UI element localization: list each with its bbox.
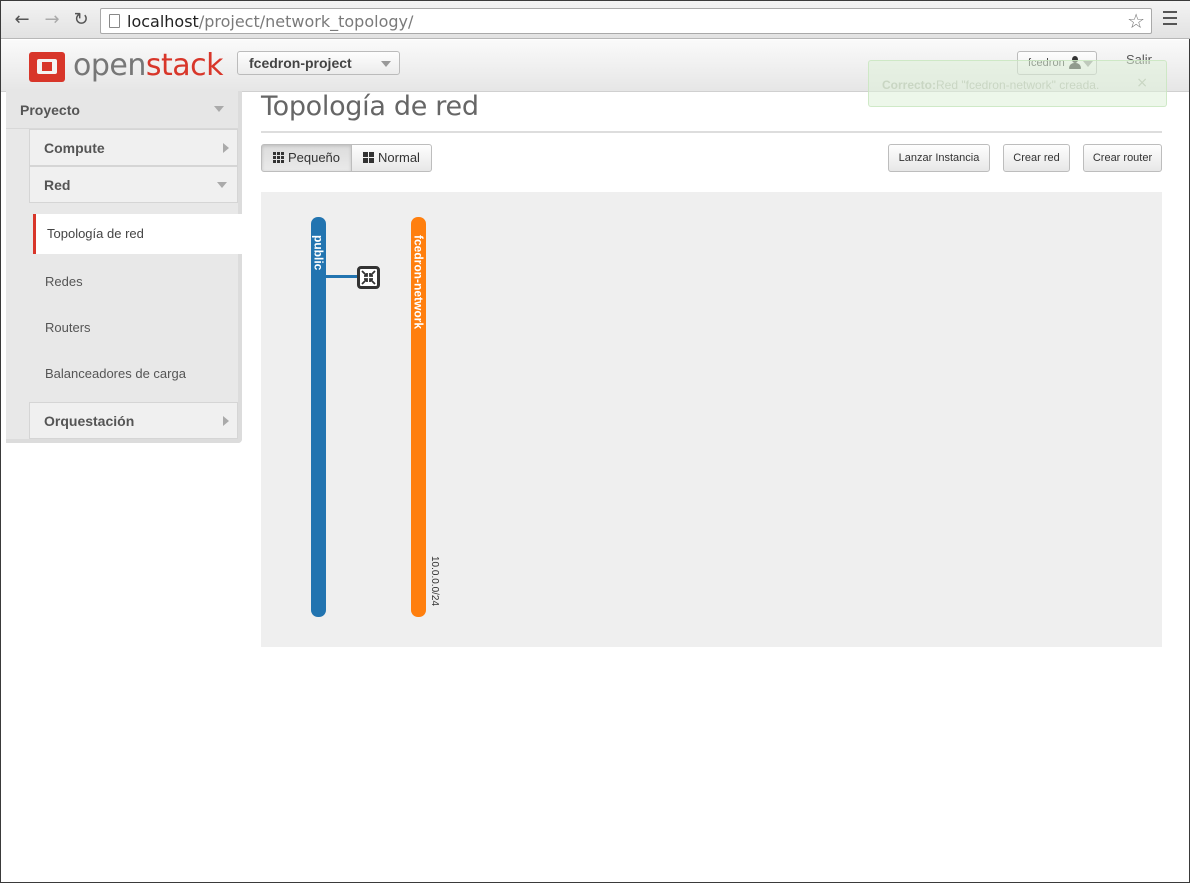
browser-window: ← → ↻ localhost/project/network_topology… <box>0 0 1190 883</box>
back-arrow-icon[interactable]: ← <box>11 9 33 31</box>
view-normal-label: Normal <box>378 150 420 165</box>
network-label: public <box>311 235 326 271</box>
chevron-right-icon <box>223 143 229 153</box>
sidebar-dashboard-label: Proyecto <box>20 102 80 118</box>
sidebar-panel-label: Compute <box>44 140 105 156</box>
title-divider <box>261 131 1162 133</box>
sidebar-panel-label: Red <box>44 177 71 193</box>
sidebar-item-routers[interactable]: Routers <box>34 308 238 348</box>
sidebar-dashboard-proyecto[interactable]: Proyecto <box>6 91 238 129</box>
view-small-button[interactable]: Pequeño <box>261 144 352 172</box>
logo-wordmark: openstack <box>73 48 224 83</box>
router-node[interactable] <box>357 266 380 289</box>
alert-message: Red "fcedron-network" creada. <box>936 78 1100 92</box>
network-bar-public[interactable]: public <box>311 217 326 617</box>
bookmark-star-icon[interactable]: ☆ <box>1127 9 1145 33</box>
project-selector[interactable]: fcedron-project <box>237 51 400 75</box>
view-small-label: Pequeño <box>287 150 341 165</box>
openstack-logo-icon <box>29 52 65 82</box>
sidebar-panel-red[interactable]: Red <box>29 166 238 203</box>
chevron-down-icon <box>217 182 227 188</box>
network-label: fcedron-network <box>411 235 426 330</box>
create-router-button[interactable]: Crear router <box>1083 144 1162 172</box>
router-icon <box>361 270 376 285</box>
chevron-right-icon <box>223 416 229 426</box>
topology-canvas: public fcedron-network <box>261 192 1162 647</box>
view-normal-button[interactable]: Normal <box>351 144 432 172</box>
project-selector-label: fcedron-project <box>249 55 352 71</box>
close-icon[interactable]: × <box>1136 75 1148 91</box>
url-text[interactable]: localhost/project/network_topology/ <box>127 12 413 31</box>
forward-arrow-icon[interactable]: → <box>41 9 63 31</box>
sidebar: Proyecto Compute Red Topología de red Re… <box>6 91 243 443</box>
create-network-button[interactable]: Crear red <box>1003 144 1070 172</box>
reload-icon[interactable]: ↻ <box>70 9 92 31</box>
page-title: Topología de red <box>261 91 479 122</box>
success-alert: Correcto:Red "fcedron-network" creada. × <box>868 60 1167 107</box>
sidebar-item-balanceadores[interactable]: Balanceadores de carga <box>34 354 238 394</box>
sidebar-panel-compute[interactable]: Compute <box>29 129 238 166</box>
launch-instance-button[interactable]: Lanzar Instancia <box>888 144 990 172</box>
subnet-cidr-label: 10.0.0.0/24 <box>429 556 440 607</box>
sidebar-panel-orquestacion[interactable]: Orquestación <box>29 402 238 439</box>
small-grid-icon <box>272 152 284 163</box>
address-bar[interactable]: localhost/project/network_topology/ ☆ <box>100 8 1152 34</box>
router-link-line <box>326 275 359 278</box>
browser-menu-icon[interactable] <box>1163 11 1177 27</box>
network-bar-fcedron-network[interactable]: fcedron-network <box>411 217 426 617</box>
page-icon <box>109 14 120 28</box>
sidebar-panel-label: Orquestación <box>44 413 135 429</box>
sidebar-item-redes[interactable]: Redes <box>34 262 238 302</box>
alert-prefix: Correcto: <box>882 78 937 92</box>
browser-toolbar: ← → ↻ localhost/project/network_topology… <box>1 1 1190 39</box>
sidebar-item-topologia-de-red[interactable]: Topología de red <box>33 214 243 254</box>
large-grid-icon <box>363 152 375 163</box>
chevron-down-icon <box>214 106 224 112</box>
chevron-down-icon <box>381 61 391 67</box>
